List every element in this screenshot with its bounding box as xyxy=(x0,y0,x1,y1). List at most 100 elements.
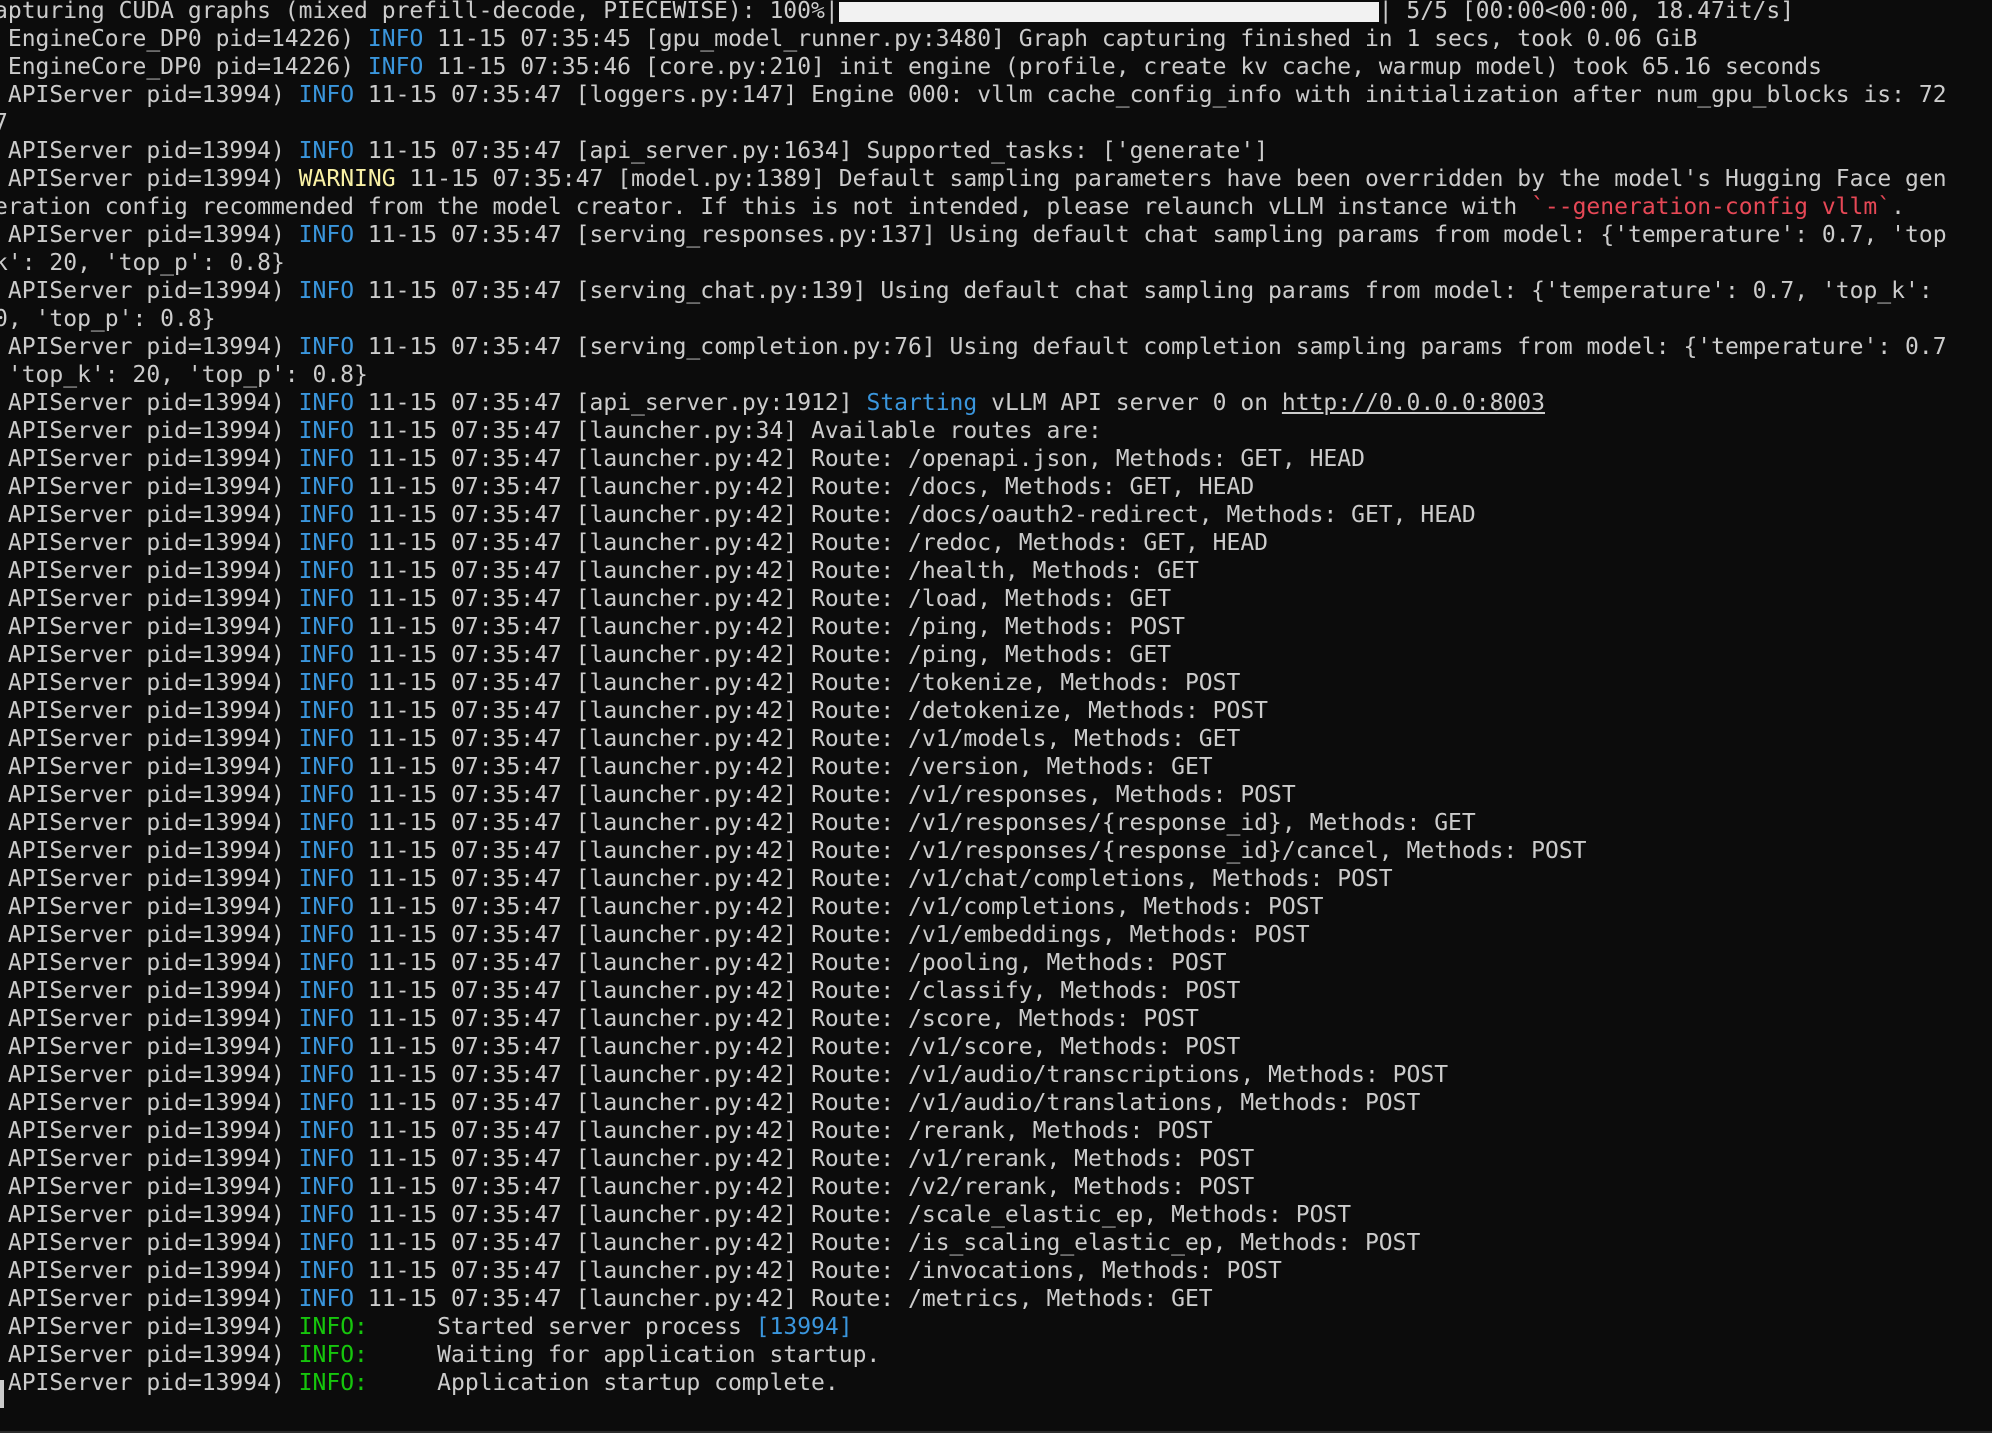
log-source: [serving_chat.py:139] xyxy=(575,278,867,304)
route-log-line: APIServer pid=13994) INFO 11-15 07:35:47… xyxy=(7,474,1255,500)
server-url-link[interactable]: http://0.0.0.0:8003 xyxy=(1282,390,1545,416)
route-log-line: APIServer pid=13994) INFO 11-15 07:35:47… xyxy=(7,950,1227,976)
log-timestamp: 11-15 07:35:47 xyxy=(367,866,562,892)
route-entry: /v1/responses/{response_id}/cancel, Meth… xyxy=(908,838,1587,864)
route-log-line: APIServer pid=13994) INFO 11-15 07:35:47… xyxy=(7,670,1241,696)
process-tag: APIServer pid=13994) xyxy=(7,1118,285,1144)
log-level: INFO xyxy=(298,334,355,360)
log-source: [gpu_model_runner.py:3480] xyxy=(644,26,1005,52)
route-log-line: APIServer pid=13994) INFO 11-15 07:35:47… xyxy=(7,1090,1421,1116)
log-level: INFO xyxy=(298,1202,355,1228)
route-entry: /ping, Methods: POST xyxy=(908,614,1185,640)
route-entry: /v1/rerank, Methods: POST xyxy=(908,1146,1255,1172)
log-message: vLLM API server 0 on xyxy=(977,390,1282,416)
route-log-line: APIServer pid=13994) INFO 11-15 07:35:47… xyxy=(7,810,1476,836)
log-timestamp: 11-15 07:35:47 xyxy=(367,334,562,360)
uvicorn-log-line: APIServer pid=13994) INFO: Waiting for a… xyxy=(0,1341,1992,1369)
process-tag: APIServer pid=13994) xyxy=(7,754,285,780)
log-timestamp: 11-15 07:35:47 xyxy=(367,278,562,304)
process-tag: EngineCore_DP0 pid=14226) xyxy=(7,26,355,52)
uvicorn-log-line: APIServer pid=13994) INFO: Application s… xyxy=(0,1369,1992,1397)
log-continuation: k': 20, 'top_p': 0.8} xyxy=(0,250,285,276)
log-level: INFO xyxy=(298,726,355,752)
log-level: INFO: xyxy=(298,1314,368,1340)
log-source: [launcher.py:42] xyxy=(575,1146,798,1172)
route-entry: /docs/oauth2-redirect, Methods: GET, HEA… xyxy=(908,502,1476,528)
process-tag: APIServer pid=13994) xyxy=(7,1146,285,1172)
log-line: APIServer pid=13994) INFO 11-15 07:35:47… xyxy=(0,389,1992,417)
log-source: [launcher.py:42] xyxy=(575,642,798,668)
log-timestamp: 11-15 07:35:47 xyxy=(367,1258,562,1284)
log-source: [launcher.py:42] xyxy=(575,754,798,780)
process-tag: APIServer pid=13994) xyxy=(7,82,285,108)
route-log-line: APIServer pid=13994) INFO 11-15 07:35:47… xyxy=(7,782,1296,808)
log-level: INFO xyxy=(298,754,355,780)
log-message: Default sampling parameters have been ov… xyxy=(838,166,1947,192)
route-entry: /ping, Methods: GET xyxy=(908,642,1172,668)
log-timestamp: 11-15 07:35:47 xyxy=(367,1230,562,1256)
log-level: INFO xyxy=(298,530,355,556)
log-timestamp: 11-15 07:35:47 xyxy=(367,642,562,668)
route-entry: /docs, Methods: GET, HEAD xyxy=(908,474,1255,500)
log-continuation-tail: . xyxy=(1891,194,1905,220)
process-tag: APIServer pid=13994) xyxy=(7,530,285,556)
log-source: [launcher.py:42] xyxy=(575,1174,798,1200)
log-line: 0, 'top_p': 0.8} xyxy=(0,305,1992,333)
route-entry: /v1/audio/translations, Methods: POST xyxy=(908,1090,1421,1116)
log-continuation: eration config recommended from the mode… xyxy=(0,194,1532,220)
log-message: Using default chat sampling params from … xyxy=(949,222,1947,248)
log-level: INFO xyxy=(298,950,355,976)
log-timestamp: 11-15 07:35:47 xyxy=(409,166,604,192)
log-source: [launcher.py:42] xyxy=(575,1090,798,1116)
log-level: INFO xyxy=(298,1286,355,1312)
process-tag: APIServer pid=13994) xyxy=(7,922,285,948)
log-line: APIServer pid=13994) INFO 11-15 07:35:47… xyxy=(0,417,1992,445)
route-log-line: APIServer pid=13994) INFO 11-15 07:35:47… xyxy=(7,1230,1421,1256)
route-log-line: APIServer pid=13994) INFO 11-15 07:35:47… xyxy=(7,1258,1282,1284)
log-line: APIServer pid=13994) INFO 11-15 07:35:47… xyxy=(0,81,1992,109)
log-timestamp: 11-15 07:35:47 xyxy=(367,810,562,836)
process-tag: APIServer pid=13994) xyxy=(7,278,285,304)
log-source: [launcher.py:42] xyxy=(575,698,798,724)
log-timestamp: 11-15 07:35:47 xyxy=(367,782,562,808)
log-timestamp: 11-15 07:35:47 xyxy=(367,530,562,556)
log-timestamp: 11-15 07:35:47 xyxy=(367,558,562,584)
route-entry: /invocations, Methods: POST xyxy=(908,1258,1282,1284)
log-level: INFO xyxy=(298,670,355,696)
log-source: [launcher.py:42] xyxy=(575,810,798,836)
route-entry: /v1/chat/completions, Methods: POST xyxy=(908,866,1393,892)
log-level: INFO xyxy=(298,222,355,248)
route-entry: /rerank, Methods: POST xyxy=(908,1118,1213,1144)
log-message: Waiting for application startup. xyxy=(437,1342,881,1368)
log-level: INFO xyxy=(298,922,355,948)
log-message: Available routes are: xyxy=(811,418,1102,444)
process-tag: APIServer pid=13994) xyxy=(7,446,285,472)
route-log-line: APIServer pid=13994) INFO 11-15 07:35:47… xyxy=(7,1286,1213,1312)
route-entry: /v1/models, Methods: GET xyxy=(908,726,1241,752)
process-tag: APIServer pid=13994) xyxy=(7,166,285,192)
route-log-line: APIServer pid=13994) INFO 11-15 07:35:47… xyxy=(7,838,1587,864)
log-level: INFO: xyxy=(298,1342,368,1368)
route-entry: /v1/embeddings, Methods: POST xyxy=(908,922,1310,948)
terminal-window[interactable]: apturing CUDA graphs (mixed prefill-deco… xyxy=(0,0,1992,1433)
server-pid: [13994] xyxy=(755,1314,853,1340)
process-tag: APIServer pid=13994) xyxy=(7,138,285,164)
process-tag: APIServer pid=13994) xyxy=(7,390,285,416)
process-tag: APIServer pid=13994) xyxy=(7,1174,285,1200)
route-log-line: APIServer pid=13994) INFO 11-15 07:35:47… xyxy=(7,922,1310,948)
log-level: INFO xyxy=(298,866,355,892)
log-timestamp: 11-15 07:35:45 xyxy=(437,26,632,52)
log-timestamp: 11-15 07:35:47 xyxy=(367,950,562,976)
log-line: apturing CUDA graphs (mixed prefill-deco… xyxy=(0,0,1992,25)
process-tag: APIServer pid=13994) xyxy=(7,866,285,892)
log-level: INFO xyxy=(298,782,355,808)
log-timestamp: 11-15 07:35:47 xyxy=(367,922,562,948)
log-timestamp: 11-15 07:35:47 xyxy=(367,726,562,752)
route-log-line: APIServer pid=13994) INFO 11-15 07:35:47… xyxy=(7,614,1185,640)
log-continuation: 'top_k': 20, 'top_p': 0.8} xyxy=(0,362,368,388)
log-source: [serving_responses.py:137] xyxy=(575,222,936,248)
log-level: INFO xyxy=(298,278,355,304)
process-tag: APIServer pid=13994) xyxy=(7,558,285,584)
log-level: INFO xyxy=(298,1006,355,1032)
process-tag: APIServer pid=13994) xyxy=(7,474,285,500)
